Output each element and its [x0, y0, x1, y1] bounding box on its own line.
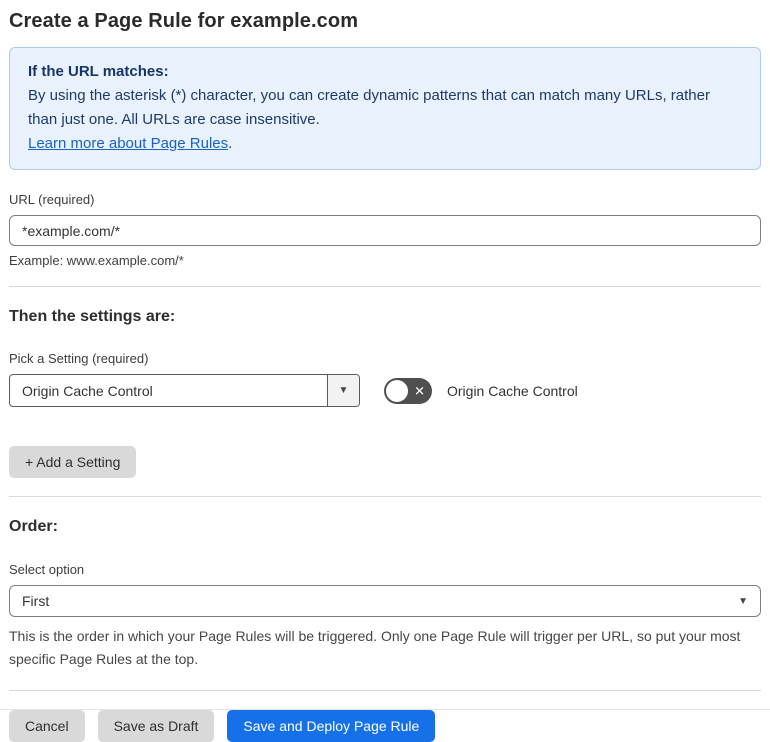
- page-rule-form: Create a Page Rule for example.com If th…: [0, 0, 770, 742]
- order-select[interactable]: First ▼: [9, 585, 761, 617]
- divider: [9, 690, 761, 691]
- info-box-heading: If the URL matches:: [28, 63, 169, 80]
- chevron-down-icon: ▼: [338, 385, 349, 396]
- learn-more-link[interactable]: Learn more about Page Rules: [28, 135, 228, 152]
- page-title: Create a Page Rule for example.com: [9, 10, 359, 32]
- url-match-info-box: If the URL matches: By using the asteris…: [9, 47, 761, 170]
- info-box-link-line: Learn more about Page Rules.: [28, 132, 742, 156]
- url-example-helper: Example: www.example.com/*: [9, 253, 184, 268]
- settings-heading: Then the settings are:: [9, 308, 176, 325]
- order-heading: Order:: [9, 518, 58, 535]
- info-box-body: By using the asterisk (*) character, you…: [28, 87, 710, 128]
- order-helper-text: This is the order in which your Page Rul…: [9, 628, 741, 667]
- origin-cache-control-toggle[interactable]: ✕: [384, 377, 432, 404]
- add-setting-button[interactable]: + Add a Setting: [9, 446, 137, 478]
- url-input[interactable]: [9, 215, 761, 246]
- pick-setting-label: Pick a Setting (required): [9, 351, 149, 366]
- save-as-draft-button[interactable]: Save as Draft: [97, 710, 215, 742]
- toggle-label: Origin Cache Control: [447, 382, 578, 399]
- save-and-deploy-button[interactable]: Save and Deploy Page Rule: [227, 710, 436, 742]
- setting-dropdown[interactable]: Origin Cache Control ▼: [9, 374, 360, 407]
- divider: [9, 286, 761, 287]
- chevron-down-icon: ▼: [738, 595, 748, 607]
- footer-actions: Cancel Save as Draft Save and Deploy Pag…: [9, 710, 761, 742]
- link-suffix: .: [228, 135, 233, 152]
- setting-dropdown-button[interactable]: ▼: [327, 375, 359, 406]
- order-select-value: First: [22, 593, 50, 609]
- divider: [9, 496, 761, 497]
- toggle-knob: [386, 379, 408, 402]
- select-option-label: Select option: [9, 562, 85, 577]
- setting-row: Origin Cache Control ▼ ✕ Origin Cache Co…: [9, 374, 761, 407]
- setting-dropdown-value: Origin Cache Control: [22, 382, 153, 399]
- cancel-button[interactable]: Cancel: [9, 710, 85, 742]
- url-label: URL (required): [9, 192, 95, 207]
- toggle-off-x-icon: ✕: [414, 383, 425, 398]
